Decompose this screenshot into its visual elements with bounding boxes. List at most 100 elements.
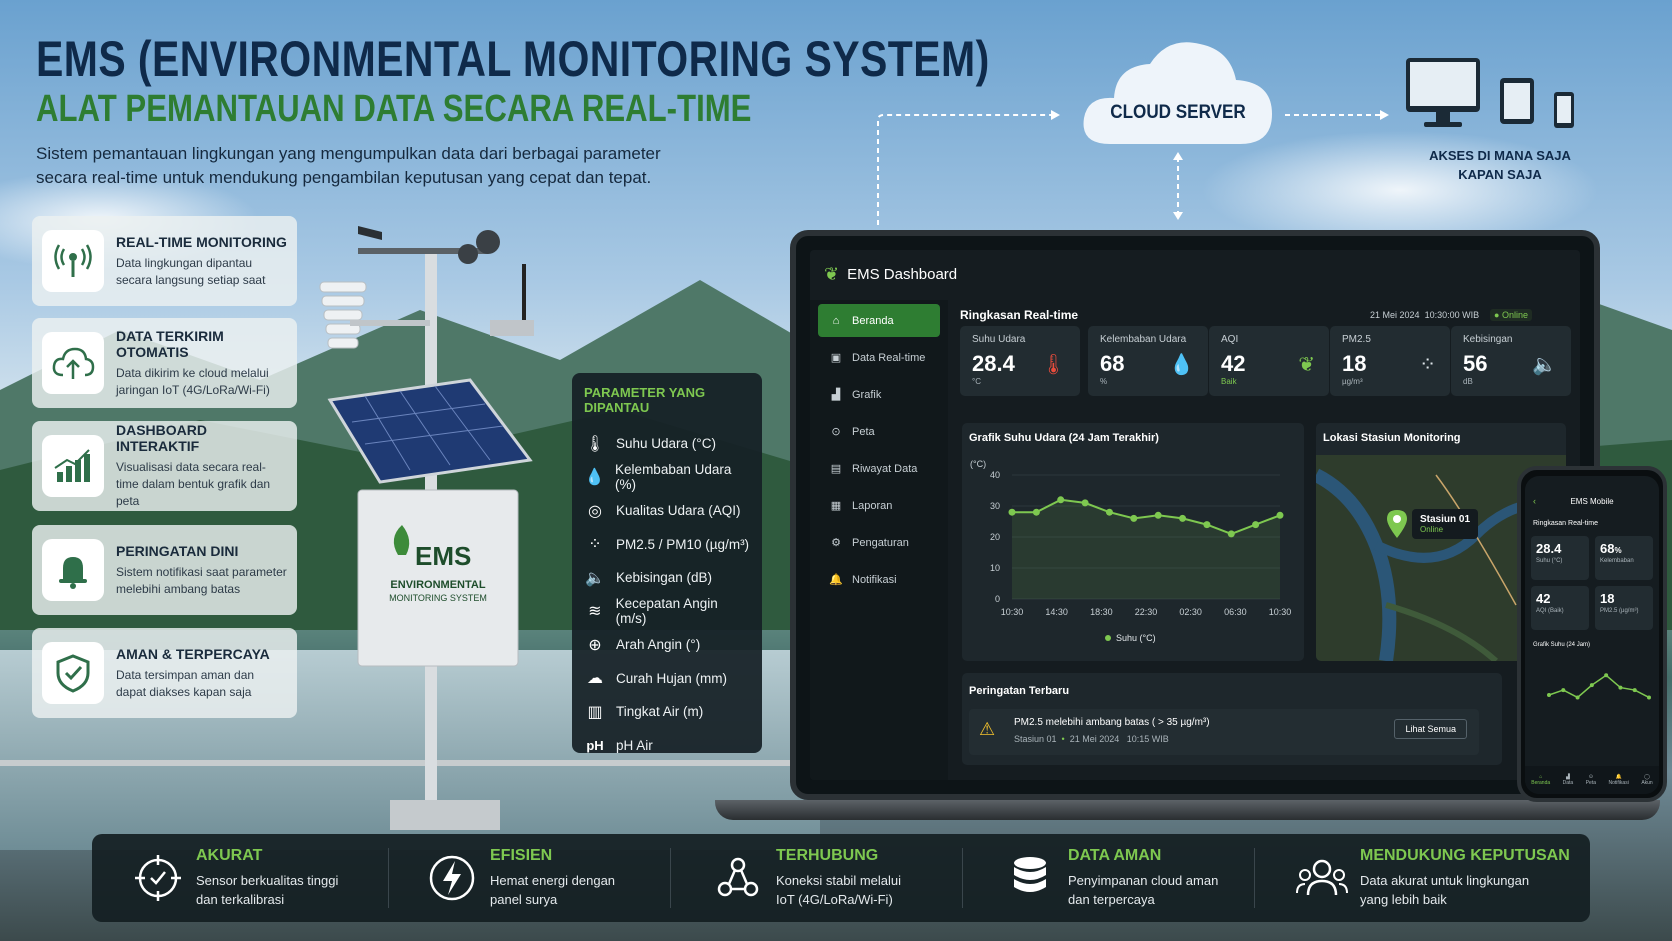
nav-notifikasi[interactable]: 🔔 Notifikasi [818, 563, 940, 596]
nav-pengaturan[interactable]: ⚙ Pengaturan [818, 526, 940, 559]
param-item: ☁ Curah Hujan (mm) [584, 662, 750, 696]
particles-icon: ⁘ [588, 536, 602, 554]
phone-data-point [1632, 688, 1637, 693]
phone-kpi-suhu: 28.4 Suhu (°C) [1531, 536, 1589, 580]
divider [670, 848, 671, 908]
y-tick-label: 30 [990, 501, 1000, 511]
x-tick-label: 22:30 [1135, 607, 1158, 617]
droplet-icon: 💧 [1169, 354, 1194, 376]
phone-tab-akun[interactable]: ◯ Akun [1641, 774, 1652, 786]
map-pin-icon[interactable] [1386, 509, 1407, 538]
benefit-title: MENDUKUNG KEPUTUSAN [1360, 847, 1570, 864]
nav-label: Grafik [852, 388, 882, 401]
water-level-icon: ▥ [587, 703, 603, 721]
nav-grafik[interactable]: ▟ Grafik [818, 378, 940, 411]
kpi-unit: µg/m³ [1342, 377, 1363, 386]
benefit-desc-2: yang lebih baik [1360, 892, 1447, 907]
y-tick-label: 10 [990, 563, 1000, 573]
data-point [1032, 508, 1040, 516]
shield-icon [42, 642, 104, 704]
param-label: Kebisingan (dB) [616, 570, 713, 586]
map-station-name: Stasiun 01 [1420, 514, 1471, 525]
param-item: ⁘ PM2.5 / PM10 (µg/m³) [584, 528, 750, 562]
divider [1254, 848, 1255, 908]
phone-kpi-kelembaban: 68% Kelembaban [1595, 536, 1653, 580]
series-area [1012, 499, 1280, 599]
feature-title: AMAN & TERPERCAYA [116, 645, 270, 662]
phone-tab-label: Notifikasi [1608, 780, 1629, 786]
history-icon: ▤ [830, 463, 842, 475]
home-icon: ⌂ [832, 314, 840, 327]
bell-icon [42, 539, 104, 601]
droplet-icon: 💧 [584, 469, 605, 487]
param-item: ▥ Tingkat Air (m) [584, 695, 750, 729]
benefit-desc-2: IoT (4G/LoRa/Wi-Fi) [776, 892, 893, 907]
bar-chart-icon [42, 435, 104, 497]
nav-riwayat-data[interactable]: ▤ Riwayat Data [818, 452, 940, 485]
data-point [1203, 521, 1211, 529]
param-item: ≋ Kecepatan Angin (m/s) [584, 595, 750, 629]
map-title: Lokasi Stasiun Monitoring [1323, 432, 1461, 444]
data-point [1252, 521, 1260, 529]
chart-icon: ▟ [831, 389, 841, 401]
access-text: AKSES DI MANA SAJA KAPAN SAJA [1400, 146, 1600, 184]
phone-temperature-chart [1547, 673, 1651, 700]
kpi-label: Kebisingan [1463, 334, 1513, 345]
access-line-1: AKSES DI MANA SAJA [1429, 148, 1571, 163]
speaker-icon: 🔈 [1532, 354, 1557, 376]
nav-label: Notifikasi [852, 573, 897, 586]
laptop-base [715, 800, 1660, 820]
data-point [1057, 496, 1065, 504]
target-icon [128, 848, 188, 908]
thermometer-icon: 🌡 [1040, 354, 1066, 376]
benefit-title: TERHUBUNG [776, 847, 879, 864]
feature-card: AMAN & TERPERCAYA Data tersimpan aman dan… [32, 628, 297, 718]
warning-icon: ⚠ [979, 719, 996, 739]
param-item: ⊕ Arah Angin (°) [584, 628, 750, 662]
phone-tab-label: Beranda [1531, 780, 1551, 786]
app-title: EMS Dashboard [847, 266, 958, 283]
y-tick-label: 40 [990, 470, 1000, 480]
feature-desc: Data lingkungan dipantau secara langsung… [116, 255, 266, 287]
benefit-desc-1: Koneksi stabil melalui [776, 873, 902, 888]
param-item: 💧 Kelembaban Udara (%) [584, 461, 750, 495]
phone-kpi-label: Suhu (°C) [1536, 558, 1563, 564]
feature-title: DASHBOARD INTERAKTIF [116, 422, 207, 454]
param-label: Arah Angin (°) [616, 637, 701, 653]
feature-title: REAL-TIME MONITORING [116, 233, 287, 250]
cloud-server-label: CLOUD SERVER [1110, 102, 1246, 123]
alert-title: Peringatan Terbaru [969, 685, 1070, 697]
chart-title: Grafik Suhu Udara (24 Jam Terakhir) [969, 432, 1159, 444]
phone-data-point [1575, 695, 1580, 700]
dashboard-time: 10:30:00 WIB [1424, 310, 1480, 320]
view-all-button[interactable]: Lihat Semua [1394, 719, 1467, 739]
nav-beranda[interactable]: ⌂ Beranda [818, 304, 940, 337]
param-item: pH pH Air [584, 729, 750, 763]
database-icon [1000, 848, 1060, 908]
feature-card: REAL-TIME MONITORING Data lingkungan dipa… [32, 216, 297, 306]
benefit-desc-2: panel surya [490, 892, 558, 907]
weather-station-illustration: EMS ENVIRONMENTAL MONITORING SYSTEM [319, 226, 534, 830]
leaf-icon: ❦ [1298, 354, 1315, 376]
x-tick-label: 18:30 [1090, 607, 1113, 617]
nav-data-real-time[interactable]: ▣ Data Real-time [818, 341, 940, 374]
parameters-title: PARAMETER YANG DIPANTAU [584, 385, 706, 415]
divider [962, 848, 963, 908]
monitor-icon: ▣ [830, 352, 842, 364]
phone-tab-bar: ⌂ Beranda ▟ Data ⊙ Peta 🔔 Notifikasi ◯ Akun [1525, 766, 1659, 794]
param-label: PM2.5 / PM10 (µg/m³) [616, 536, 750, 552]
alert-date: 21 Mei 2024 [1069, 734, 1120, 744]
sidebar: ⌂ Beranda ▣ Data Real-time ▟ Grafik ⊙ Peta ▤… [810, 300, 948, 780]
phone-data-point [1604, 673, 1609, 678]
benefit-title: DATA AMAN [1068, 847, 1162, 864]
kpi-label: PM2.5 [1342, 334, 1371, 345]
phone-tab-peta[interactable]: ⊙ Peta [1586, 774, 1596, 786]
phone-tab-notifikasi[interactable]: 🔔 Notifikasi [1609, 774, 1629, 786]
feature-desc: Visualisasi data secara real-time dalam … [116, 460, 271, 508]
leaf-icon: ❦ [824, 264, 840, 284]
phone-tab-data[interactable]: ▟ Data [1563, 774, 1574, 786]
nav-peta[interactable]: ⊙ Peta [818, 415, 940, 448]
benefit-item: DATA AMAN Penyimpanan cloud aman dan terpe… [1000, 834, 1218, 922]
phone-tab-beranda[interactable]: ⌂ Beranda [1531, 774, 1550, 786]
nav-laporan[interactable]: ▦ Laporan [818, 489, 940, 522]
